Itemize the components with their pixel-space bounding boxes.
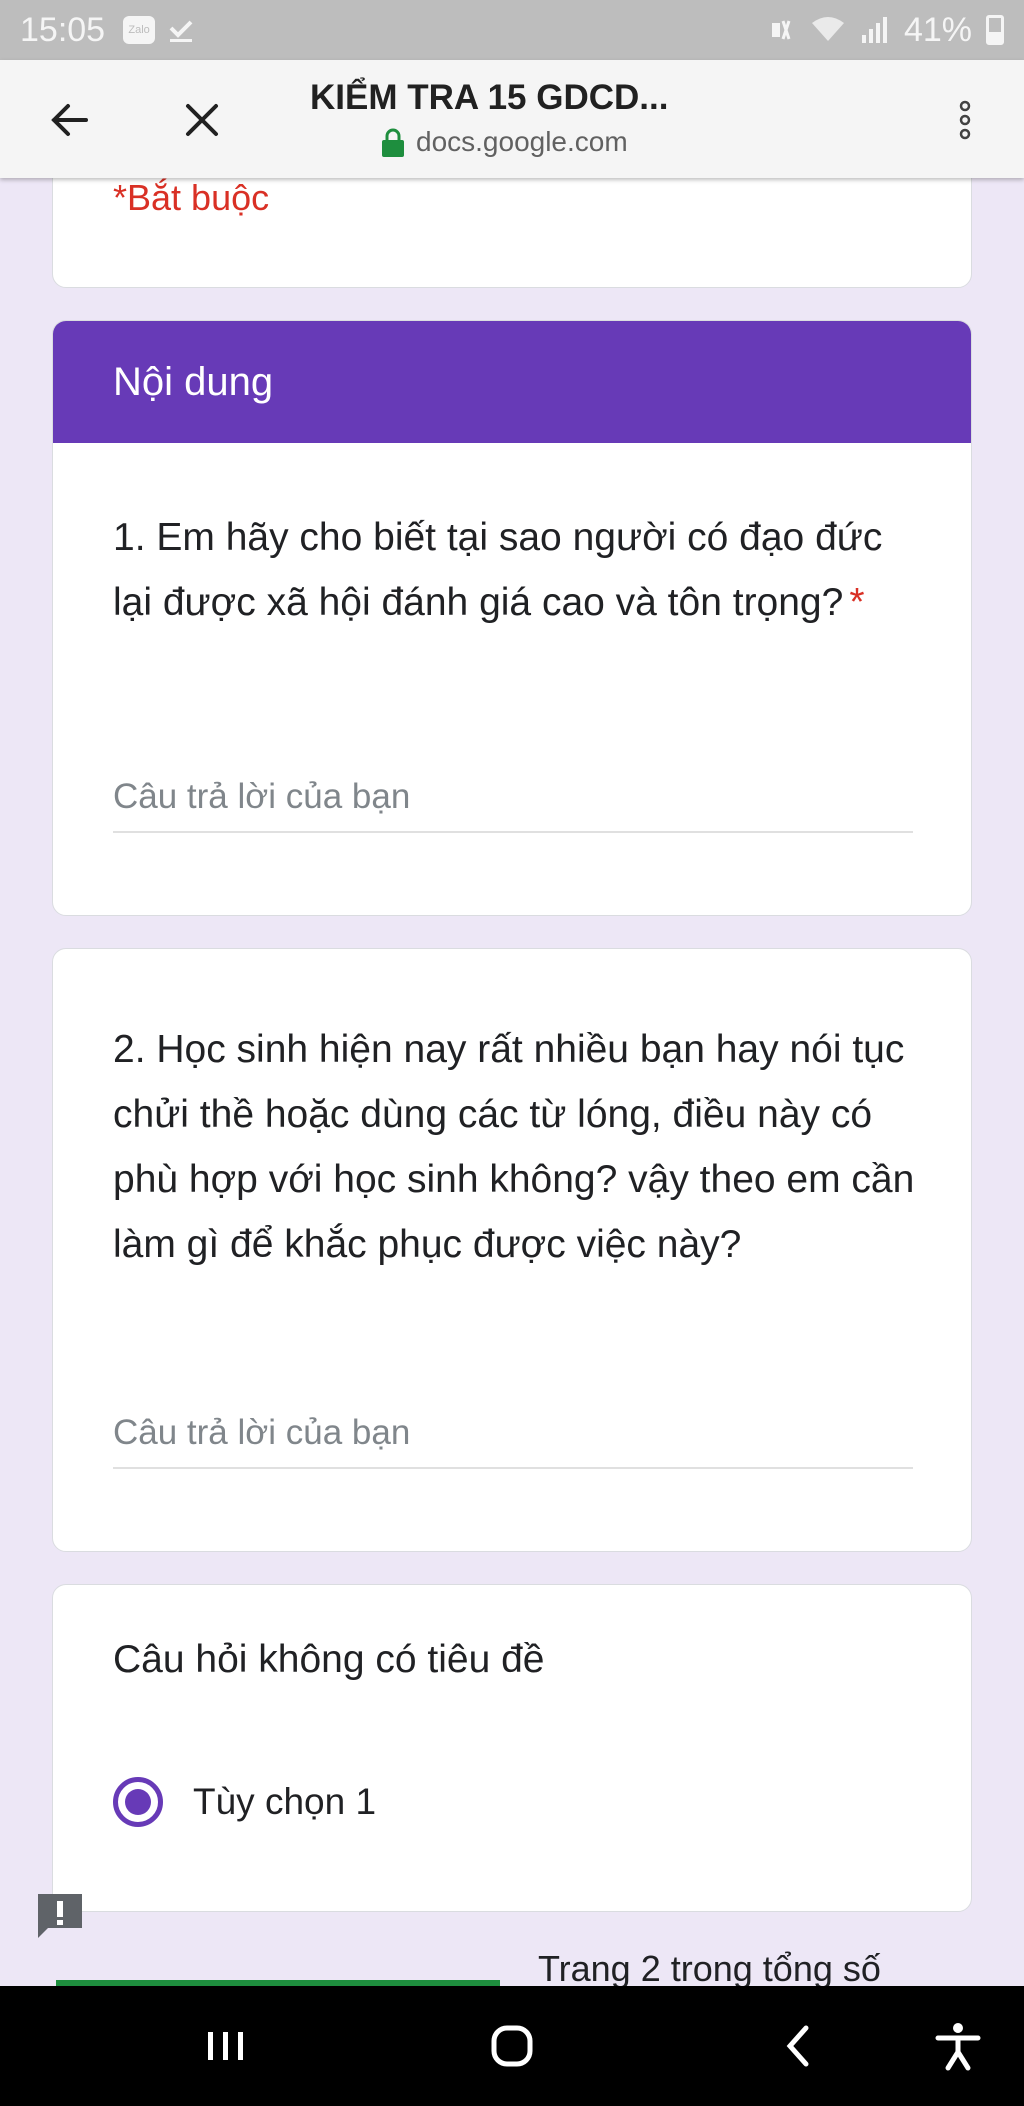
option-1-label[interactable]: Tùy chọn 1 xyxy=(193,1781,376,1823)
home-icon[interactable] xyxy=(482,2016,542,2076)
question-1-text: 1. Em hãy cho biết tại sao người có đạo … xyxy=(113,516,883,624)
accessibility-icon[interactable] xyxy=(928,2016,988,2076)
required-note: *Bắt buộc xyxy=(113,177,270,218)
option-1-radio[interactable] xyxy=(113,1777,163,1827)
back-icon[interactable] xyxy=(770,2016,830,2076)
feedback-icon[interactable] xyxy=(34,1890,86,1942)
url-text[interactable]: docs.google.com xyxy=(416,126,628,158)
question-2-answer-input[interactable]: Câu trả lời của bạn xyxy=(113,1413,913,1469)
mute-icon xyxy=(766,15,796,45)
recent-apps-icon[interactable] xyxy=(196,2016,256,2076)
zalo-icon: Zalo xyxy=(123,16,156,44)
battery-percent: 41% xyxy=(903,10,972,49)
section-title: Nội dung xyxy=(53,321,971,443)
wifi-icon xyxy=(810,15,846,45)
status-time: 15:05 xyxy=(20,10,106,49)
system-nav-bar xyxy=(0,1986,1024,2106)
question-3-card: Câu hỏi không có tiêu đề Tùy chọn 1 xyxy=(52,1584,972,1912)
question-2-text: 2. Học sinh hiện nay rất nhiều bạn hay n… xyxy=(113,1028,915,1266)
browser-toolbar: KIỂM TRA 15 GDCD... docs.google.com xyxy=(0,60,1024,178)
back-arrow-icon[interactable] xyxy=(40,90,100,150)
page-title: KIỂM TRA 15 GDCD... xyxy=(310,78,669,117)
page-indicator: Trang 2 trong tổng số xyxy=(538,1948,881,1989)
section-card: Nội dung 1. Em hãy cho biết tại sao ngườ… xyxy=(52,320,972,916)
lock-icon xyxy=(380,128,406,163)
required-star: * xyxy=(849,581,865,624)
download-done-icon xyxy=(167,16,195,44)
battery-icon xyxy=(986,15,1004,45)
signal-icon xyxy=(860,15,890,45)
question-3-text: Câu hỏi không có tiêu đề xyxy=(113,1638,545,1681)
question-1-title: 1. Em hãy cho biết tại sao người có đạo … xyxy=(113,505,915,635)
more-vert-icon[interactable] xyxy=(950,90,980,150)
question-2-card: 2. Học sinh hiện nay rất nhiều bạn hay n… xyxy=(52,948,972,1552)
close-icon[interactable] xyxy=(172,90,232,150)
status-bar: 15:05 Zalo 41% xyxy=(0,0,1024,60)
question-1-answer-input[interactable]: Câu trả lời của bạn xyxy=(113,777,913,833)
